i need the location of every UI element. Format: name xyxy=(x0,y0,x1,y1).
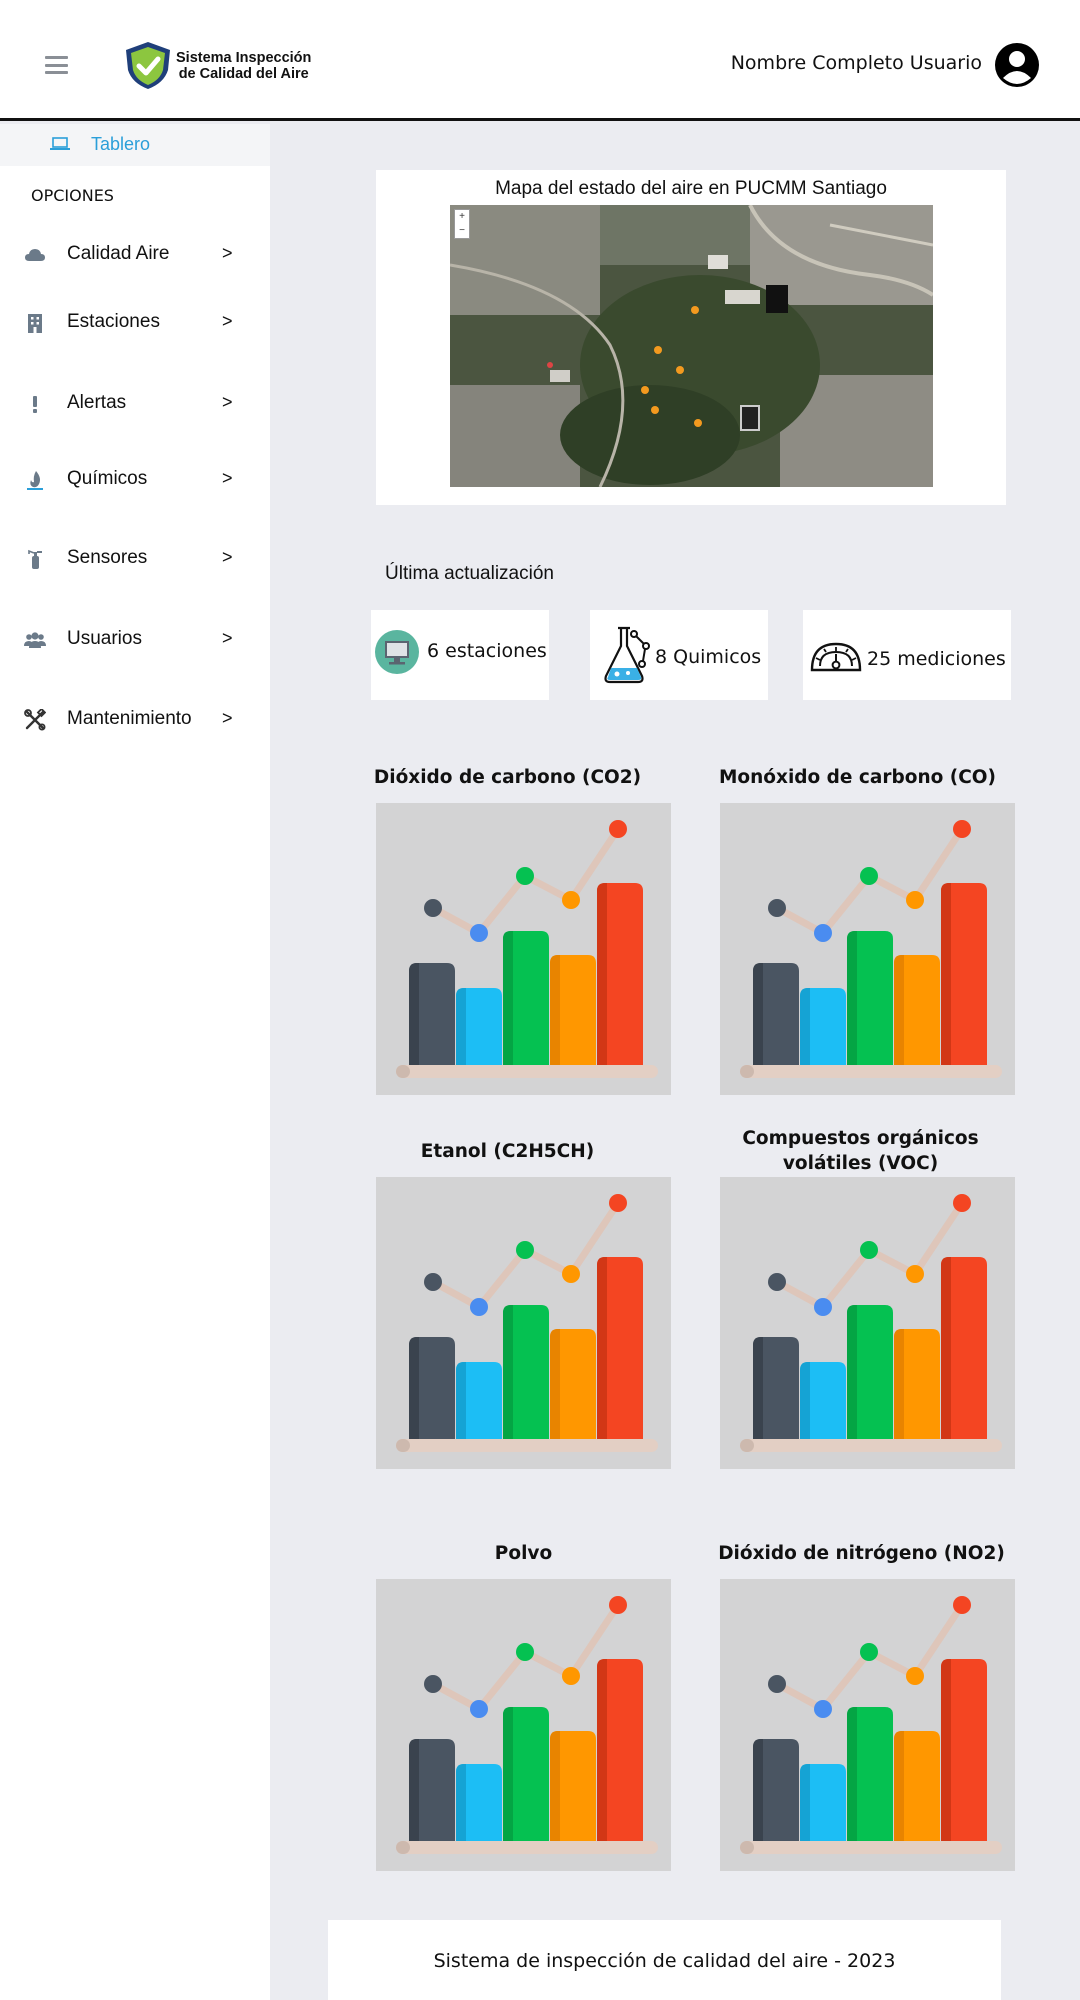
chart-illustration-co[interactable] xyxy=(720,803,1015,1095)
sidebar-item-label: Químicos xyxy=(67,468,148,489)
bar-chart-icon xyxy=(396,820,658,1078)
sidebar-item-calidad-aire[interactable]: Calidad Aire > xyxy=(0,234,270,274)
chevron-right-icon: > xyxy=(222,628,233,648)
satellite-map[interactable]: + − xyxy=(450,205,933,487)
chart-illustration-voc[interactable] xyxy=(720,1177,1015,1469)
building-icon xyxy=(28,314,42,333)
chemical-title-co2: Dióxido de carbono (CO2) xyxy=(373,767,642,788)
sidebar-item-label: Sensores xyxy=(67,547,148,568)
sidebar: Tablero OPCIONES Calidad Aire > Estacion… xyxy=(0,124,270,2000)
sidebar-item-label: Alertas xyxy=(67,392,127,413)
sidebar-item-estaciones[interactable]: Estaciones > xyxy=(0,302,270,342)
stat-card-quimicos: 8 Quimicos xyxy=(590,610,768,700)
satellite-map-image xyxy=(450,205,933,487)
map-card: Mapa del estado del aire en PUCMM Santia… xyxy=(376,170,1006,505)
shield-check-logo xyxy=(126,42,170,89)
bar-chart-icon xyxy=(740,820,1002,1078)
chart-illustration-no2[interactable] xyxy=(720,1579,1015,1871)
flame-icon xyxy=(27,471,43,490)
menu-icon[interactable] xyxy=(45,56,68,74)
bar-chart-icon xyxy=(740,1194,1002,1452)
sidebar-item-usuarios[interactable]: Usuarios > xyxy=(0,619,270,659)
laptop-icon xyxy=(50,137,70,150)
footer: Sistema de inspección de calidad del air… xyxy=(328,1920,1001,2000)
stat-text: 25 mediciones xyxy=(867,648,1006,670)
chart-illustration-polvo[interactable] xyxy=(376,1579,671,1871)
chevron-right-icon: > xyxy=(222,311,233,331)
sidebar-item-alertas[interactable]: Alertas > xyxy=(0,383,270,423)
users-icon xyxy=(24,632,46,648)
bar-chart-icon xyxy=(396,1596,658,1854)
user-name[interactable]: Nombre Completo Usuario xyxy=(731,52,982,74)
chart-illustration-etanol[interactable] xyxy=(376,1177,671,1469)
chevron-right-icon: > xyxy=(222,243,233,263)
stat-text: 6 estaciones xyxy=(427,640,547,662)
stat-card-estaciones: 6 estaciones xyxy=(371,610,549,700)
brand-title: Sistema Inspección de Calidad del Aire xyxy=(176,50,312,82)
cloud-icon xyxy=(25,249,45,261)
chemical-title-etanol: Etanol (C2H5CH) xyxy=(420,1141,595,1162)
sidebar-item-mantenimiento[interactable]: Mantenimiento > xyxy=(0,699,270,739)
gauge-icon xyxy=(810,642,862,672)
footer-text: Sistema de inspección de calidad del air… xyxy=(433,1950,896,1972)
bar-chart-icon xyxy=(396,1194,658,1452)
stat-card-mediciones: 25 mediciones xyxy=(803,610,1011,700)
zoom-in-button[interactable]: + xyxy=(455,210,469,224)
chevron-right-icon: > xyxy=(222,547,233,567)
chevron-right-icon: > xyxy=(222,392,233,412)
zoom-out-button[interactable]: − xyxy=(455,224,469,238)
chemical-title-no2: Dióxido de nitrógeno (NO2) xyxy=(718,1543,1005,1564)
tools-icon xyxy=(24,709,46,731)
sidebar-item-label: Calidad Aire xyxy=(67,243,170,264)
chemical-title-polvo: Polvo xyxy=(494,1543,553,1564)
stat-text: 8 Quimicos xyxy=(655,646,762,668)
extinguisher-icon xyxy=(28,549,42,569)
chemical-title-co: Monóxido de carbono (CO) xyxy=(719,767,996,788)
sidebar-item-label: Tablero xyxy=(91,134,151,154)
flask-icon xyxy=(604,626,650,684)
chevron-right-icon: > xyxy=(222,468,233,488)
sidebar-item-tablero[interactable]: Tablero xyxy=(0,124,270,166)
sidebar-section-title: OPCIONES xyxy=(31,186,114,205)
chemical-title-voc: Compuestos orgánicos volátiles (VOC) xyxy=(742,1128,979,1174)
chevron-right-icon: > xyxy=(222,708,233,728)
exclamation-icon xyxy=(33,396,37,413)
sidebar-item-quimicos[interactable]: Químicos > xyxy=(0,459,270,499)
chart-illustration-co2[interactable] xyxy=(376,803,671,1095)
avatar-icon[interactable] xyxy=(994,42,1040,88)
sidebar-item-label: Estaciones xyxy=(67,311,160,332)
sidebar-item-sensores[interactable]: Sensores > xyxy=(0,538,270,578)
sidebar-item-label: Mantenimiento xyxy=(67,708,192,729)
monitor-icon xyxy=(375,630,419,674)
last-update-label: Última actualización xyxy=(385,563,554,584)
map-zoom-controls: + − xyxy=(454,209,470,239)
map-title: Mapa del estado del aire en PUCMM Santia… xyxy=(495,178,887,199)
app-header: Sistema Inspección de Calidad del Aire N… xyxy=(0,0,1080,121)
bar-chart-icon xyxy=(740,1596,1002,1854)
sidebar-item-label: Usuarios xyxy=(67,628,142,649)
